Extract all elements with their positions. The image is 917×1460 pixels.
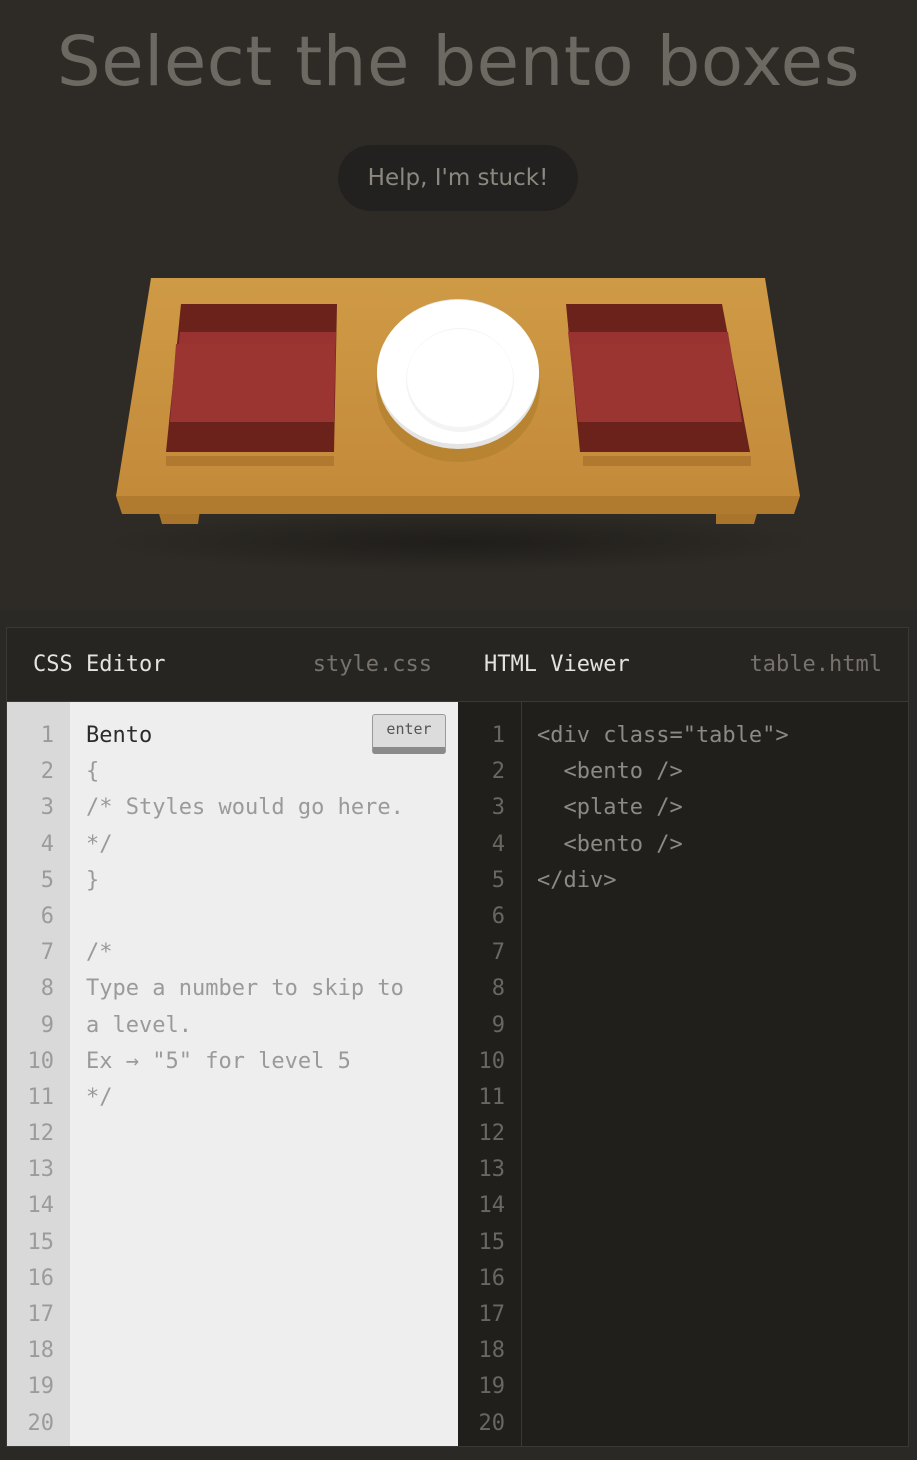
line-number: 10: [478, 1048, 506, 1074]
line-number: 15: [27, 1229, 55, 1255]
line-number: 11: [27, 1084, 55, 1110]
line-number: 3: [40, 795, 54, 821]
line-number: 2: [491, 759, 505, 785]
line-number: 1: [40, 723, 54, 748]
css-code-area[interactable]: 1 2 3 4 5 6 7 8 9 10 11 12 13 14 15 16 1…: [7, 702, 458, 1446]
html-code-area: 1 2 3 4 5 6 7 8 9 10 11 12 13 14 15 16 1…: [458, 702, 908, 1446]
code-line: */: [86, 831, 113, 857]
code-line: /* Styles would go here.: [86, 795, 404, 821]
html-line-numbers: 1 2 3 4 5 6 7 8 9 10 11 12 13 14 15 16 1…: [458, 718, 521, 1442]
css-editor-filename: style.css: [312, 652, 432, 677]
code-line: */: [86, 1084, 113, 1110]
css-editor-header: CSS Editor style.css: [7, 628, 458, 702]
css-line-numbers: 1 2 3 4 5 6 7 8 9 10 11 12 13 14 15 16 1…: [7, 718, 70, 1442]
line-number: 6: [491, 903, 505, 929]
line-number: 13: [27, 1157, 55, 1183]
line-number: 16: [27, 1265, 55, 1291]
html-viewer-title: HTML Viewer: [484, 652, 630, 677]
table-edge: [116, 496, 800, 514]
bento-box-right[interactable]: [566, 304, 751, 466]
bento-box-left[interactable]: [166, 304, 337, 466]
line-number: 19: [478, 1374, 506, 1400]
line-number: 15: [478, 1229, 506, 1255]
line-number: 8: [491, 976, 505, 1002]
html-line-table-close[interactable]: </div>: [537, 863, 898, 899]
line-number: 18: [27, 1338, 55, 1364]
table-scene: [98, 278, 818, 572]
html-viewer-header: HTML Viewer table.html: [458, 628, 908, 702]
line-number: 3: [491, 795, 505, 821]
line-number: 9: [491, 1012, 505, 1038]
editors-panel: CSS Editor style.css 1 2 3 4 5 6 7 8 9 1…: [6, 627, 909, 1447]
line-number: 10: [27, 1048, 55, 1074]
help-button[interactable]: Help, I'm stuck!: [338, 145, 578, 211]
line-number: 1: [491, 723, 505, 748]
game-area: Select the bento boxes Help, I'm stuck!: [0, 0, 917, 610]
line-number: 12: [478, 1121, 506, 1147]
level-instruction: Select the bento boxes: [56, 22, 861, 102]
line-number: 16: [478, 1265, 506, 1291]
code-line: }: [86, 867, 100, 893]
html-line-table[interactable]: <div class="table">: [537, 718, 898, 754]
line-number: 5: [40, 867, 54, 893]
line-number: 7: [491, 940, 505, 966]
html-viewer-filename: table.html: [749, 652, 882, 677]
code-line: Ex → "5" for level 5: [86, 1048, 351, 1074]
line-number: 17: [27, 1302, 55, 1327]
html-line-bento[interactable]: <bento />: [537, 754, 898, 790]
line-number: 11: [478, 1084, 506, 1110]
line-number: 19: [27, 1374, 55, 1400]
line-number: 4: [40, 831, 54, 857]
line-number: 20: [27, 1410, 55, 1436]
line-number: 13: [478, 1157, 506, 1183]
line-number: 2: [40, 759, 54, 785]
line-number: 14: [478, 1193, 506, 1219]
line-number: 4: [491, 831, 505, 857]
css-editor: CSS Editor style.css 1 2 3 4 5 6 7 8 9 1…: [7, 628, 458, 1446]
html-code: <div class="table"> <bento /> <plate /> …: [537, 718, 898, 899]
line-number: 8: [40, 976, 54, 1002]
html-line-plate[interactable]: <plate />: [537, 790, 898, 826]
html-line-bento[interactable]: <bento />: [537, 827, 898, 863]
line-number: 7: [40, 940, 54, 966]
enter-button[interactable]: enter: [372, 714, 446, 754]
css-code: Bento { /* Styles would go here. */ } /*…: [86, 718, 448, 1116]
html-viewer: HTML Viewer table.html 1 2 3 4 5 6 7 8 9…: [458, 628, 908, 1446]
code-line: /*: [86, 940, 113, 966]
line-number: 20: [478, 1410, 506, 1436]
line-number: 14: [27, 1193, 55, 1219]
code-line: a level.: [86, 1012, 192, 1038]
line-number: 6: [40, 903, 54, 929]
line-number: 12: [27, 1121, 55, 1147]
line-number: 17: [478, 1302, 506, 1327]
code-line: {: [86, 759, 100, 785]
line-number: 5: [491, 867, 505, 893]
plate[interactable]: [376, 299, 540, 462]
line-number: 18: [478, 1338, 506, 1364]
line-number: 9: [40, 1012, 54, 1038]
code-line: Type a number to skip to: [86, 976, 404, 1002]
css-editor-title: CSS Editor: [33, 652, 166, 677]
